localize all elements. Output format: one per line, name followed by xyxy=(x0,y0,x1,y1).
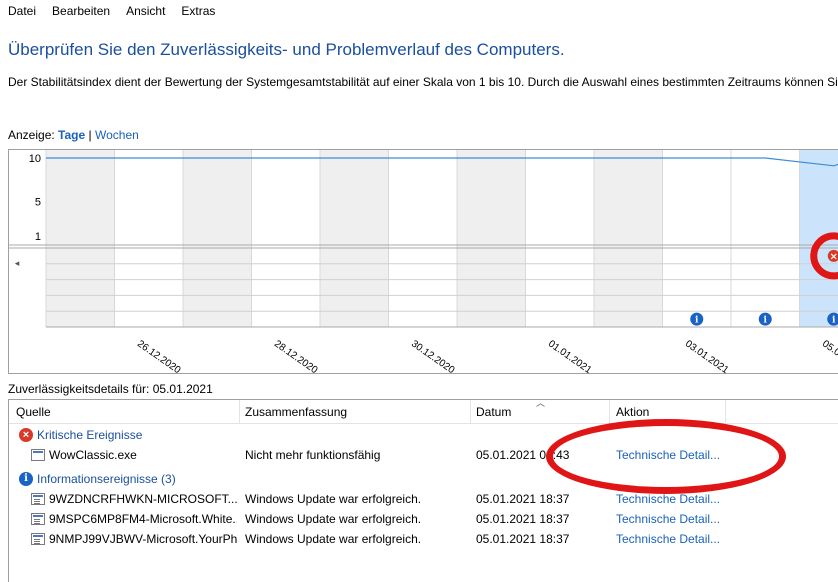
row-summary: Windows Update war erfolgreich. xyxy=(245,512,422,526)
view-days-link[interactable]: Tage xyxy=(58,128,85,142)
windows-update-icon xyxy=(31,513,45,525)
sort-ascending-icon: ︿ xyxy=(536,398,546,408)
table-row[interactable]: 9NMPJ99VJBWV-Microsoft.YourPh... Windows… xyxy=(9,529,838,549)
details-label: Zuverlässigkeitsdetails für: 05.01.2021 xyxy=(8,382,213,396)
view-weeks-link[interactable]: Wochen xyxy=(95,128,139,142)
day-column[interactable] xyxy=(594,150,663,327)
x-tick-label: 28.12.2020 xyxy=(272,338,320,375)
group-label: Kritische Ereignisse xyxy=(37,428,143,442)
menu-ansicht[interactable]: Ansicht xyxy=(126,4,165,18)
row-source: 9MSPC6MP8FM4-Microsoft.White... xyxy=(49,512,237,526)
info-i-icon: i xyxy=(19,472,33,486)
x-tick-label: 01.01.2021 xyxy=(546,338,594,375)
row-source: 9NMPJ99VJBWV-Microsoft.YourPh... xyxy=(49,532,237,546)
page-title: Überprüfen Sie den Zuverlässigkeits- und… xyxy=(8,40,565,59)
row-summary: Nicht mehr funktionsfähig xyxy=(245,448,381,462)
menu-bearbeiten[interactable]: Bearbeiten xyxy=(52,4,110,18)
windows-update-icon xyxy=(31,533,45,545)
view-label: Anzeige: xyxy=(8,128,55,142)
day-column[interactable] xyxy=(388,150,458,327)
view-selector: Anzeige: Tage | Wochen xyxy=(8,128,139,142)
technical-details-link[interactable]: Technische Detail... xyxy=(616,492,726,506)
y-tick-label: 10 xyxy=(29,153,41,165)
day-column[interactable] xyxy=(525,150,595,327)
table-row[interactable]: 9WZDNCRFHWKN-MICROSOFT.... Windows Updat… xyxy=(9,489,838,509)
page-description: Der Stabilitätsindex dient der Bewertung… xyxy=(8,75,838,89)
details-grid: Quelle Zusammenfassung ︿ Datum Aktion × … xyxy=(8,398,838,582)
technical-details-link[interactable]: Technische Detail... xyxy=(616,448,726,462)
error-x-icon: × xyxy=(830,251,838,262)
table-row[interactable]: WowClassic.exe Nicht mehr funktionsfähig… xyxy=(9,445,838,465)
row-date: 05.01.2021 18:37 xyxy=(476,492,570,506)
row-date: 05.01.2021 02:43 xyxy=(476,448,570,462)
technical-details-link[interactable]: Technische Detail... xyxy=(616,512,726,526)
row-summary: Windows Update war erfolgreich. xyxy=(245,532,422,546)
info-i-icon: i xyxy=(764,316,768,326)
column-header-source[interactable]: Quelle xyxy=(16,405,51,419)
menu-datei[interactable]: Datei xyxy=(8,4,36,18)
menu-bar: Datei Bearbeiten Ansicht Extras xyxy=(0,0,838,22)
group-critical-events[interactable]: × Kritische Ereignisse xyxy=(9,425,142,445)
day-column[interactable] xyxy=(183,150,252,327)
grid-header: Quelle Zusammenfassung ︿ Datum Aktion xyxy=(9,398,838,424)
column-separator[interactable] xyxy=(609,400,610,424)
table-row[interactable]: 9MSPC6MP8FM4-Microsoft.White... Windows … xyxy=(9,509,838,529)
row-source: WowClassic.exe xyxy=(49,448,137,462)
row-source: 9WZDNCRFHWKN-MICROSOFT.... xyxy=(49,492,237,506)
day-column[interactable] xyxy=(320,150,389,327)
column-separator[interactable] xyxy=(725,400,726,424)
application-window-icon xyxy=(31,449,45,461)
group-info-events[interactable]: i Informationsereignisse (3) xyxy=(9,469,176,489)
scroll-left-icon[interactable]: ◂ xyxy=(15,259,20,269)
day-column[interactable] xyxy=(114,150,184,327)
column-header-summary[interactable]: Zusammenfassung xyxy=(245,405,347,419)
menu-extras[interactable]: Extras xyxy=(181,4,215,18)
info-i-icon: i xyxy=(832,316,836,326)
column-separator[interactable] xyxy=(470,400,471,424)
row-summary: Windows Update war erfolgreich. xyxy=(245,492,422,506)
technical-details-link[interactable]: Technische Detail... xyxy=(616,532,726,546)
day-column[interactable] xyxy=(662,150,732,327)
stability-chart[interactable]: 10 5 1 ◂ 26.12.2020 28.12.2020 30.12.2020 01.01… xyxy=(8,149,838,375)
day-column[interactable] xyxy=(457,150,526,327)
column-header-action[interactable]: Aktion xyxy=(616,405,649,419)
row-date: 05.01.2021 18:37 xyxy=(476,532,570,546)
error-x-icon: × xyxy=(19,428,33,442)
info-i-icon: i xyxy=(695,316,699,326)
stability-chart-svg[interactable]: 10 5 1 ◂ 26.12.2020 28.12.2020 30.12.2020 01.01… xyxy=(9,150,838,375)
day-column[interactable] xyxy=(46,150,115,327)
y-tick-label: 5 xyxy=(35,196,41,208)
view-separator: | xyxy=(88,128,92,142)
column-header-date[interactable]: Datum xyxy=(476,405,511,419)
group-label: Informationsereignisse (3) xyxy=(37,472,176,486)
x-tick-label: 05.01.2021 xyxy=(820,338,838,375)
y-tick-label: 1 xyxy=(35,231,41,243)
x-tick-label: 03.01.2021 xyxy=(683,338,731,375)
windows-update-icon xyxy=(31,493,45,505)
row-date: 05.01.2021 18:37 xyxy=(476,512,570,526)
x-tick-label: 30.12.2020 xyxy=(409,338,457,375)
column-separator[interactable] xyxy=(239,400,240,424)
day-column[interactable] xyxy=(731,150,800,327)
x-tick-label: 26.12.2020 xyxy=(135,338,183,375)
day-column[interactable] xyxy=(251,150,321,327)
